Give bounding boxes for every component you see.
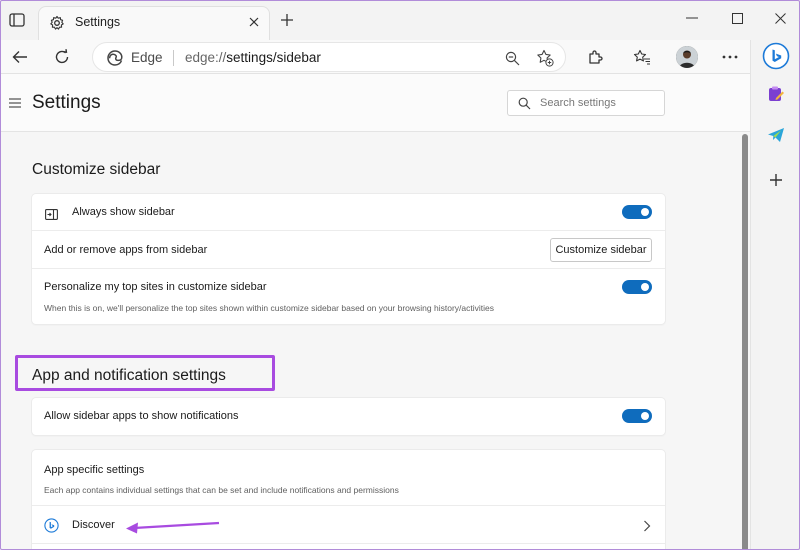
app-specific-description: Each app contains individual settings th… <box>44 485 399 495</box>
app-specific-label: App specific settings <box>44 464 145 476</box>
setting-row-always-show: Always show sidebar <box>32 194 665 231</box>
edge-logo-icon <box>107 50 123 66</box>
add-app-button[interactable] <box>764 168 788 192</box>
personalize-label: Personalize my top sites in customize si… <box>44 281 267 293</box>
refresh-button[interactable] <box>51 46 73 68</box>
chevron-right-icon <box>643 519 651 532</box>
url-scheme: edge:// <box>185 50 227 65</box>
tab-settings[interactable]: Settings <box>38 6 270 40</box>
setting-row-add-remove: Add or remove apps from sidebar Customiz… <box>32 231 665 269</box>
back-button[interactable] <box>9 46 31 68</box>
sidebar-layout-icon <box>45 207 58 220</box>
url-path: settings/sidebar <box>226 50 321 65</box>
favorites-icon[interactable] <box>631 46 653 68</box>
more-options-icon[interactable] <box>719 46 741 68</box>
setting-row-personalize: Personalize my top sites in customize si… <box>32 269 665 324</box>
annotation-arrow <box>126 521 220 534</box>
bing-discover-icon <box>44 518 59 533</box>
tab-strip: Settings <box>0 0 800 40</box>
personalize-description: When this is on, we'll personalize the t… <box>44 303 494 313</box>
close-window-button[interactable] <box>768 8 792 28</box>
close-tab-icon[interactable] <box>247 15 261 29</box>
toolbar: Edge edge://settings/sidebar <box>0 40 750 74</box>
tools-icon[interactable] <box>764 82 788 106</box>
settings-header: Settings <box>0 74 750 132</box>
site-name: Edge <box>131 50 163 65</box>
bing-discover-icon[interactable] <box>762 42 790 70</box>
tab-title: Settings <box>75 15 121 29</box>
extensions-icon[interactable] <box>584 46 606 68</box>
customize-sidebar-button[interactable]: Customize sidebar <box>550 238 652 262</box>
maximize-button[interactable] <box>725 8 749 28</box>
divider <box>173 50 174 66</box>
minimize-button[interactable] <box>680 8 704 28</box>
scrollbar[interactable] <box>742 134 748 550</box>
section-title-app-notifications: App and notification settings <box>32 367 226 384</box>
zoom-icon[interactable] <box>503 49 521 67</box>
app-specific-card: App specific settings Each app contains … <box>32 450 665 550</box>
tab-actions-icon[interactable] <box>6 9 28 31</box>
profile-avatar[interactable] <box>676 46 698 68</box>
section-title-customize-sidebar: Customize sidebar <box>32 161 161 178</box>
allow-notifications-toggle[interactable] <box>622 409 652 423</box>
edge-sidebar <box>750 40 800 550</box>
menu-icon[interactable] <box>8 96 22 108</box>
add-favorite-icon[interactable] <box>536 49 554 67</box>
page-title: Settings <box>32 92 101 113</box>
discover-label: Discover <box>72 519 115 531</box>
notifications-card: Allow sidebar apps to show notifications <box>32 398 665 435</box>
search-input[interactable] <box>540 95 660 111</box>
new-tab-button[interactable] <box>278 11 296 29</box>
always-show-label: Always show sidebar <box>72 206 175 218</box>
address-bar[interactable]: Edge edge://settings/sidebar <box>92 42 566 72</box>
search-icon <box>518 97 531 110</box>
settings-search[interactable] <box>507 90 665 116</box>
always-show-toggle[interactable] <box>622 205 652 219</box>
personalize-toggle[interactable] <box>622 280 652 294</box>
customize-sidebar-card: Always show sidebar Add or remove apps f… <box>32 194 665 324</box>
gear-icon <box>49 15 65 31</box>
settings-page: Settings Customize sidebar Always show s… <box>0 74 750 550</box>
setting-row-allow-notifications: Allow sidebar apps to show notifications <box>32 398 665 435</box>
url-text: edge://settings/sidebar <box>185 50 321 65</box>
telegram-send-icon[interactable] <box>764 123 788 147</box>
setting-row-app-specific: App specific settings Each app contains … <box>32 450 665 506</box>
allow-notifications-label: Allow sidebar apps to show notifications <box>44 410 239 422</box>
add-remove-label: Add or remove apps from sidebar <box>44 244 208 256</box>
